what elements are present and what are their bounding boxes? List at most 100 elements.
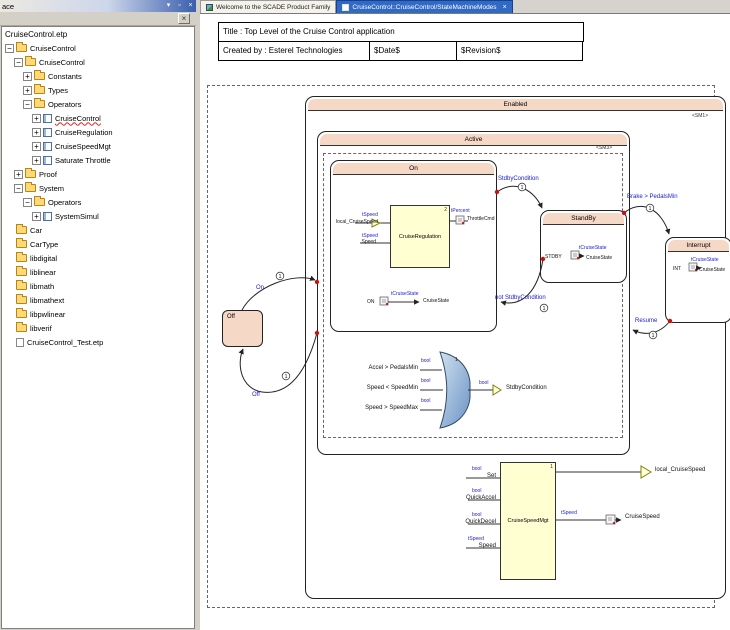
scade-window: ace ▾ ▫ × × CruiseControl.etp −CruiseCon… bbox=[0, 0, 730, 630]
cond-speedmax: Speed > SpeedMax bbox=[338, 405, 418, 411]
tree-item-cruisecontrol[interactable]: −CruiseControl bbox=[2, 55, 194, 69]
welcome-tab-icon bbox=[206, 4, 213, 11]
operator-icon bbox=[43, 114, 52, 123]
expand-toggle-icon[interactable]: + bbox=[23, 72, 32, 81]
folder-icon bbox=[16, 296, 27, 304]
state-active-header[interactable]: Active bbox=[320, 134, 627, 146]
tree-item-cruiseregulation[interactable]: + CruiseRegulation bbox=[2, 125, 194, 139]
expand-toggle-icon[interactable]: − bbox=[23, 198, 32, 207]
expand-toggle-icon[interactable]: + bbox=[14, 170, 23, 179]
value-stdby: STDBY bbox=[545, 254, 562, 260]
diagram-canvas[interactable]: Title : Top Level of the Cruise Control … bbox=[200, 14, 730, 630]
tree-item-cruisecontrol[interactable]: −CruiseControl bbox=[2, 41, 194, 55]
expand-toggle-icon[interactable]: + bbox=[32, 128, 41, 137]
tree-item-operators[interactable]: −Operators bbox=[2, 195, 194, 209]
state-standby-header[interactable]: StandBy bbox=[543, 213, 624, 225]
tree-item-libmath[interactable]: libmath bbox=[2, 279, 194, 293]
state-interrupt[interactable]: Interrupt bbox=[665, 237, 730, 323]
tree-item-libverif[interactable]: libverif bbox=[2, 321, 194, 335]
type-bool: bool bbox=[479, 380, 488, 386]
type-bool: bool bbox=[421, 398, 430, 404]
state-enabled-header[interactable]: Enabled bbox=[308, 99, 723, 111]
state-enabled-tag: <SM1> bbox=[692, 113, 708, 119]
workspace-panel-header[interactable]: ace ▾ ▫ × bbox=[0, 0, 196, 12]
folder-icon bbox=[25, 184, 36, 192]
tree-item-libpwlinear[interactable]: libpwlinear bbox=[2, 307, 194, 321]
editor-area: Welcome to the SCADE Product Family Crui… bbox=[200, 0, 730, 630]
tree-item-systemsimul[interactable]: +SystemSimul bbox=[2, 209, 194, 223]
folder-icon bbox=[34, 100, 45, 108]
expand-toggle-icon[interactable]: + bbox=[23, 86, 32, 95]
tree-item-operators[interactable]: −Operators bbox=[2, 97, 194, 111]
tree-item-label: Constants bbox=[48, 72, 82, 81]
panel-title: ace bbox=[2, 2, 14, 11]
transition-label-off: Off bbox=[252, 392, 260, 398]
folder-icon bbox=[34, 72, 45, 80]
file-tree[interactable]: CruiseControl.etp −CruiseControl−CruiseC… bbox=[1, 26, 195, 629]
workspace-panel: ace ▾ ▫ × × CruiseControl.etp −CruiseCon… bbox=[0, 0, 196, 630]
tab-statemachine[interactable]: CruiseControl::CruiseControl/StateMachin… bbox=[336, 0, 512, 13]
state-on-header[interactable]: On bbox=[333, 163, 494, 175]
expand-toggle-icon[interactable]: − bbox=[5, 44, 14, 53]
transition-label-not-stdbycondition: not StdbyCondition bbox=[495, 295, 546, 301]
operator-icon bbox=[43, 156, 52, 165]
tree-item-cruisecontrol-test-etp[interactable]: CruiseControl_Test.etp bbox=[2, 335, 194, 349]
or-gate-number: 1 bbox=[455, 357, 458, 363]
expand-toggle-icon[interactable]: + bbox=[32, 156, 41, 165]
block-cruise-speed-mgt-number: 1 bbox=[550, 464, 553, 470]
expand-toggle-icon[interactable]: − bbox=[14, 184, 23, 193]
expand-toggle-icon[interactable]: − bbox=[23, 100, 32, 109]
expand-toggle-icon[interactable]: + bbox=[32, 114, 41, 123]
expand-toggle-icon[interactable]: − bbox=[14, 58, 23, 67]
project-root-label[interactable]: CruiseControl.etp bbox=[2, 27, 194, 41]
tree-item-saturate-throttle[interactable]: + Saturate Throttle bbox=[2, 153, 194, 167]
block-cruise-regulation-label: CruiseRegulation bbox=[399, 234, 441, 240]
tree-item-libmathext[interactable]: libmathext bbox=[2, 293, 194, 307]
type-tspeed: tSpeed bbox=[468, 536, 484, 542]
tree-item-label: CruiseRegulation bbox=[55, 128, 113, 137]
tree-item-label: Car bbox=[30, 226, 42, 235]
tab-close-icon[interactable]: × bbox=[503, 4, 507, 11]
tree-item-cartype[interactable]: CarType bbox=[2, 237, 194, 251]
title-block-revision: $Revision$ bbox=[456, 41, 583, 61]
signal-speed: Speed bbox=[328, 239, 376, 245]
block-cruise-regulation[interactable]: CruiseRegulation 2 bbox=[390, 205, 450, 268]
panel-collapse-icon[interactable]: ▾ bbox=[163, 1, 174, 11]
tree-item-label: libdigital bbox=[30, 254, 57, 263]
tree-item-car[interactable]: Car bbox=[2, 223, 194, 237]
state-off[interactable]: Off bbox=[222, 310, 263, 347]
tree-item-system[interactable]: −System bbox=[2, 181, 194, 195]
tree-item-libdigital[interactable]: libdigital bbox=[2, 251, 194, 265]
tab-welcome[interactable]: Welcome to the SCADE Product Family bbox=[200, 0, 336, 13]
expand-toggle-icon[interactable]: + bbox=[32, 212, 41, 221]
tree-item-label: Types bbox=[48, 86, 68, 95]
folder-icon bbox=[16, 268, 27, 276]
panel-close-icon[interactable]: × bbox=[185, 1, 196, 11]
tree-item-cruisecontrol[interactable]: +CruiseControl bbox=[2, 111, 194, 125]
file-icon bbox=[16, 338, 24, 347]
folder-icon bbox=[16, 254, 27, 262]
document-tab-icon bbox=[342, 4, 349, 11]
tree-item-cruisespeedmgt[interactable]: +CruiseSpeedMgt bbox=[2, 139, 194, 153]
signal-stdbycondition-out: StdbyCondition bbox=[506, 385, 547, 391]
expand-toggle-icon[interactable]: + bbox=[32, 142, 41, 151]
folder-icon bbox=[16, 310, 27, 318]
folder-icon bbox=[16, 282, 27, 290]
title-block: Title : Top Level of the Cruise Control … bbox=[218, 22, 584, 61]
block-cruise-speed-mgt[interactable]: CruiseSpeedMgt 1 bbox=[500, 462, 556, 580]
signal-cruisestate: CruiseState bbox=[586, 255, 612, 261]
input-set: Set bbox=[452, 473, 496, 479]
panel-toolbar-close-icon[interactable]: × bbox=[178, 13, 190, 24]
operator-icon bbox=[43, 212, 52, 221]
input-quickdecel: QuickDecel bbox=[438, 519, 496, 525]
tree-item-liblinear[interactable]: liblinear bbox=[2, 265, 194, 279]
tree-item-constants[interactable]: + Constants bbox=[2, 69, 194, 83]
panel-pin-icon[interactable]: ▫ bbox=[174, 1, 185, 11]
transition-label-on: On bbox=[256, 285, 264, 291]
state-interrupt-header[interactable]: Interrupt bbox=[668, 240, 729, 252]
type-tspeed: tSpeed bbox=[561, 510, 577, 516]
folder-icon bbox=[16, 240, 27, 248]
tree-item-types[interactable]: + Types bbox=[2, 83, 194, 97]
tree-item-label: Saturate Throttle bbox=[55, 156, 111, 165]
tree-item-proof[interactable]: +Proof bbox=[2, 167, 194, 181]
